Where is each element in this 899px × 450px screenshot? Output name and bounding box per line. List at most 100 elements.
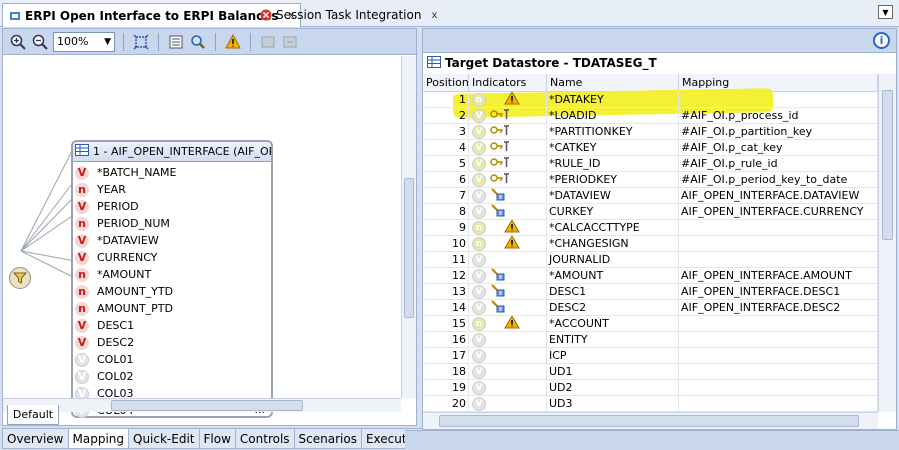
name-cell: UD2 — [547, 380, 679, 396]
search-icon[interactable] — [189, 33, 207, 51]
source-column-row[interactable]: n YEAR — [75, 181, 126, 198]
mapping-cell[interactable] — [679, 364, 878, 380]
table-row[interactable]: 8 V CURKEY AIF_OPEN_INTERFACE.CURRENCY — [423, 204, 878, 220]
mapping-cell[interactable] — [679, 316, 878, 332]
mapping-cell[interactable]: #AIF_OI.p_period_key_to_date — [679, 172, 878, 188]
filter-node-icon[interactable] — [9, 267, 31, 289]
source-column-row[interactable]: V *DATAVIEW — [75, 232, 159, 249]
mapping-cell[interactable]: #AIF_OI.p_process_id — [679, 108, 878, 124]
bottom-tab-overview[interactable]: Overview — [2, 428, 69, 449]
tab-session-task-integration[interactable]: Session Task Integration x — [254, 3, 443, 27]
zoom-out-icon[interactable] — [31, 33, 49, 51]
datatype-icon: V — [472, 188, 486, 203]
table-row[interactable]: 6 V *PERIODKEY #AIF_OI.p_period_key_to_date — [423, 172, 878, 188]
datatype-icon: V — [472, 172, 486, 187]
table-row[interactable]: 9 n *CALCACCTTYPE — [423, 220, 878, 236]
position-cell: 10 — [423, 236, 469, 252]
properties-toolbar: i — [423, 29, 896, 53]
bottom-tab-mapping[interactable]: Mapping — [67, 428, 129, 449]
table-row[interactable]: 4 V *CATKEY #AIF_OI.p_cat_key — [423, 140, 878, 156]
fit-to-window-icon[interactable] — [132, 33, 150, 51]
diagram-canvas[interactable]: 1 - AIF_OPEN_INTERFACE (AIF_OPEN V *BATCH… — [3, 56, 401, 418]
datatype-icon: V — [472, 156, 486, 171]
mapping-cell[interactable] — [679, 236, 878, 252]
source-column-row[interactable]: V CURRENCY — [75, 249, 157, 266]
table-row[interactable]: 13 V DESC1 AIF_OPEN_INTERFACE.DESC1 — [423, 284, 878, 300]
position-cell: 4 — [423, 140, 469, 156]
table-row[interactable]: 5 V *RULE_ID #AIF_OI.p_rule_id — [423, 156, 878, 172]
mapping-cell[interactable]: AIF_OPEN_INTERFACE.AMOUNT — [679, 268, 878, 284]
scrollbar-thumb[interactable] — [439, 415, 859, 427]
source-column-row[interactable]: n PERIOD_NUM — [75, 215, 170, 232]
mapping-cell[interactable] — [679, 252, 878, 268]
source-column-row[interactable]: V COL02 — [75, 368, 133, 385]
properties-icon[interactable] — [167, 33, 185, 51]
zoom-select[interactable]: 100% ▼ — [53, 31, 115, 52]
mapping-cell[interactable] — [679, 92, 878, 108]
bottom-tab-scenarios[interactable]: Scenarios — [293, 428, 362, 449]
tab-label: ERPI Open Interface to ERPI Balances — [25, 8, 279, 23]
mapping-cell[interactable] — [679, 380, 878, 396]
table-row[interactable]: 15 n *ACCOUNT — [423, 316, 878, 332]
close-tab-icon[interactable]: x — [431, 10, 437, 21]
source-column-row[interactable]: V COL01 — [75, 351, 133, 368]
table-row[interactable]: 16 V ENTITY — [423, 332, 878, 348]
source-column-row[interactable]: V DESC2 — [75, 334, 134, 351]
source-column-row[interactable]: V *BATCH_NAME — [75, 164, 176, 181]
zoom-in-icon[interactable] — [9, 33, 27, 51]
scrollbar-thumb[interactable] — [882, 90, 893, 240]
mapping-cell[interactable]: AIF_OPEN_INTERFACE.DATAVIEW — [679, 188, 878, 204]
diagram-vertical-scrollbar[interactable] — [401, 56, 416, 398]
source-datastore-header[interactable]: 1 - AIF_OPEN_INTERFACE (AIF_OPEN — [73, 142, 271, 162]
grid-horizontal-scrollbar[interactable] — [423, 412, 878, 429]
table-row[interactable]: 14 V DESC2 AIF_OPEN_INTERFACE.DESC2 — [423, 300, 878, 316]
table-row[interactable]: 2 V *LOADID #AIF_OI.p_process_id — [423, 108, 878, 124]
diagram-horizontal-scrollbar[interactable] — [3, 398, 401, 412]
table-row[interactable]: 20 V UD3 — [423, 396, 878, 412]
mapping-cell[interactable] — [679, 332, 878, 348]
indicators-cell: V — [469, 332, 547, 348]
validate-warning-icon[interactable] — [224, 33, 242, 51]
table-row[interactable]: 11 V JOURNALID — [423, 252, 878, 268]
column-header-position[interactable]: Position — [423, 74, 469, 92]
mapping-cell[interactable]: AIF_OPEN_INTERFACE.DESC2 — [679, 300, 878, 316]
tab-list-dropdown-button[interactable]: ▼ — [878, 5, 893, 19]
info-icon[interactable]: i — [873, 32, 890, 49]
mapping-cell[interactable] — [679, 396, 878, 412]
table-row[interactable]: 19 V UD2 — [423, 380, 878, 396]
source-column-row[interactable]: n AMOUNT_YTD — [75, 283, 173, 300]
table-row[interactable]: 7 V *DATAVIEW AIF_OPEN_INTERFACE.DATAVIEW — [423, 188, 878, 204]
table-row[interactable]: 10 n *CHANGESIGN — [423, 236, 878, 252]
mapping-cell[interactable] — [679, 348, 878, 364]
scrollbar-thumb[interactable] — [111, 400, 303, 411]
tab-default[interactable]: Default — [7, 405, 59, 425]
mapping-cell[interactable]: #AIF_OI.p_partition_key — [679, 124, 878, 140]
table-row[interactable]: 12 V *AMOUNT AIF_OPEN_INTERFACE.AMOUNT — [423, 268, 878, 284]
scrollbar-thumb[interactable] — [404, 178, 414, 318]
source-datastore-box[interactable]: 1 - AIF_OPEN_INTERFACE (AIF_OPEN V *BATCH… — [71, 140, 273, 418]
source-column-name: *BATCH_NAME — [97, 166, 177, 179]
table-row[interactable]: 3 V *PARTITIONKEY #AIF_OI.p_partition_key — [423, 124, 878, 140]
numeric-type-icon: n — [75, 284, 89, 299]
table-row[interactable]: 17 V ICP — [423, 348, 878, 364]
numeric-type-icon: n — [75, 267, 89, 282]
grid-vertical-scrollbar[interactable] — [878, 74, 896, 412]
mapping-cell[interactable]: AIF_OPEN_INTERFACE.DESC1 — [679, 284, 878, 300]
mapping-cell[interactable] — [679, 220, 878, 236]
table-row[interactable]: 1 n *DATAKEY — [423, 92, 878, 108]
source-column-row[interactable]: n *AMOUNT — [75, 266, 151, 283]
name-cell: JOURNALID — [547, 252, 679, 268]
source-column-row[interactable]: V PERIOD — [75, 198, 139, 215]
varchar-type-icon: V — [75, 233, 89, 248]
bottom-tab-quick-edit[interactable]: Quick-Edit — [128, 428, 200, 449]
bottom-tab-flow[interactable]: Flow — [198, 428, 236, 449]
mapping-cell[interactable]: AIF_OPEN_INTERFACE.CURRENCY — [679, 204, 878, 220]
column-header-indicators[interactable]: Indicators — [469, 74, 547, 92]
mapping-cell[interactable]: #AIF_OI.p_rule_id — [679, 156, 878, 172]
table-row[interactable]: 18 V UD1 — [423, 364, 878, 380]
source-column-row[interactable]: V DESC1 — [75, 317, 134, 334]
bottom-tab-controls[interactable]: Controls — [234, 428, 295, 449]
position-cell: 15 — [423, 316, 469, 332]
mapping-cell[interactable]: #AIF_OI.p_cat_key — [679, 140, 878, 156]
source-column-row[interactable]: n AMOUNT_PTD — [75, 300, 173, 317]
